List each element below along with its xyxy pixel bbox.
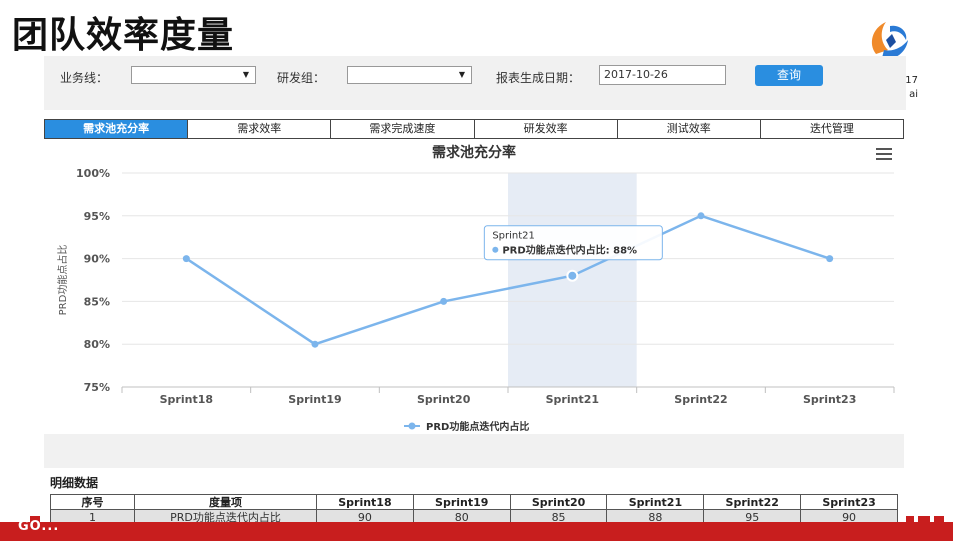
dev-group-select[interactable]: ▼: [347, 66, 472, 84]
business-line-label: 业务线：: [60, 71, 109, 85]
dropdown-arrow-icon: ▼: [458, 70, 465, 79]
tab-requirement-efficiency[interactable]: 需求效率: [188, 120, 332, 138]
header-cell: Sprint20: [509, 494, 608, 510]
query-button[interactable]: 查询: [755, 65, 823, 86]
footer-skyline: [0, 516, 953, 541]
gray-strip: [44, 434, 904, 468]
data-point: [182, 255, 190, 263]
filter-bar: 业务线： ▼ 研发组： ▼ 报表生成日期： 2017-10-26 查询: [44, 56, 906, 110]
x-tick-label: Sprint22: [674, 393, 727, 406]
slide-title: 团队效率度量: [12, 15, 235, 56]
header-cell: Sprint22: [703, 494, 802, 510]
y-tick-label: 95%: [84, 210, 110, 223]
data-point: [826, 255, 834, 263]
tab-backlog-sufficiency[interactable]: 需求池充分率: [45, 120, 189, 138]
y-axis-label: PRD功能点占比: [56, 245, 69, 316]
line-chart: 75% 80% 85% 90% 95% 100% Sprint18 Sprint19 Sprin…: [56, 167, 895, 433]
tab-requirement-speed[interactable]: 需求完成速度: [331, 120, 475, 138]
footer-text: GO...: [18, 519, 60, 534]
header-cell: Sprint18: [316, 494, 414, 510]
tab-dev-efficiency[interactable]: 研发效率: [474, 120, 618, 138]
dropdown-arrow-icon: ▼: [242, 70, 249, 79]
tooltip-marker: [492, 246, 499, 253]
detail-header-row: 序号 度量项 Sprint18 Sprint19 Sprint20 Sprint…: [50, 494, 898, 510]
detail-title: 明细数据: [50, 476, 99, 490]
y-tick-label: 75%: [84, 381, 110, 394]
legend-label: PRD功能点迭代内占比: [426, 420, 529, 433]
y-tick-label: 90%: [84, 253, 110, 266]
y-tick-label: 85%: [84, 295, 110, 308]
header-cell: 序号: [50, 494, 135, 510]
tab-test-efficiency[interactable]: 测试效率: [617, 120, 761, 138]
corner-text: 17 ai: [905, 75, 918, 100]
y-tick-label: 80%: [84, 338, 110, 351]
header-cell: Sprint19: [412, 494, 511, 510]
x-tick-label: Sprint18: [160, 393, 213, 406]
header-cell: Sprint23: [800, 494, 898, 510]
x-tick-label: Sprint21: [546, 393, 599, 406]
business-line-select[interactable]: ▼: [131, 66, 256, 84]
x-tick-label: Sprint20: [417, 393, 471, 406]
data-point: [440, 297, 448, 305]
tooltip-title: Sprint21: [492, 231, 535, 242]
data-point: [311, 340, 319, 348]
data-point: [697, 212, 705, 220]
data-point: [566, 269, 579, 282]
metric-tabs: 需求池充分率 需求效率 需求完成速度 研发效率 测试效率 迭代管理: [44, 119, 904, 139]
y-tick-label: 100%: [76, 167, 110, 180]
report-date-label: 报表生成日期：: [496, 71, 581, 85]
legend-marker: [408, 422, 416, 430]
tooltip-text: PRD功能点迭代内占比: 88%: [502, 244, 637, 257]
header-cell: 度量项: [134, 494, 317, 510]
header-cell: Sprint21: [606, 494, 705, 510]
report-date-input[interactable]: 2017-10-26: [599, 65, 726, 85]
tab-iteration-management[interactable]: 迭代管理: [760, 120, 904, 138]
x-tick-label: Sprint23: [803, 393, 856, 406]
x-tick-label: Sprint19: [288, 393, 341, 406]
chart-panel: 需求池充分率 75% 80% 85% 90% 95% 100% Sprint18 Sprint…: [44, 140, 904, 436]
dev-group-label: 研发组：: [277, 71, 326, 85]
